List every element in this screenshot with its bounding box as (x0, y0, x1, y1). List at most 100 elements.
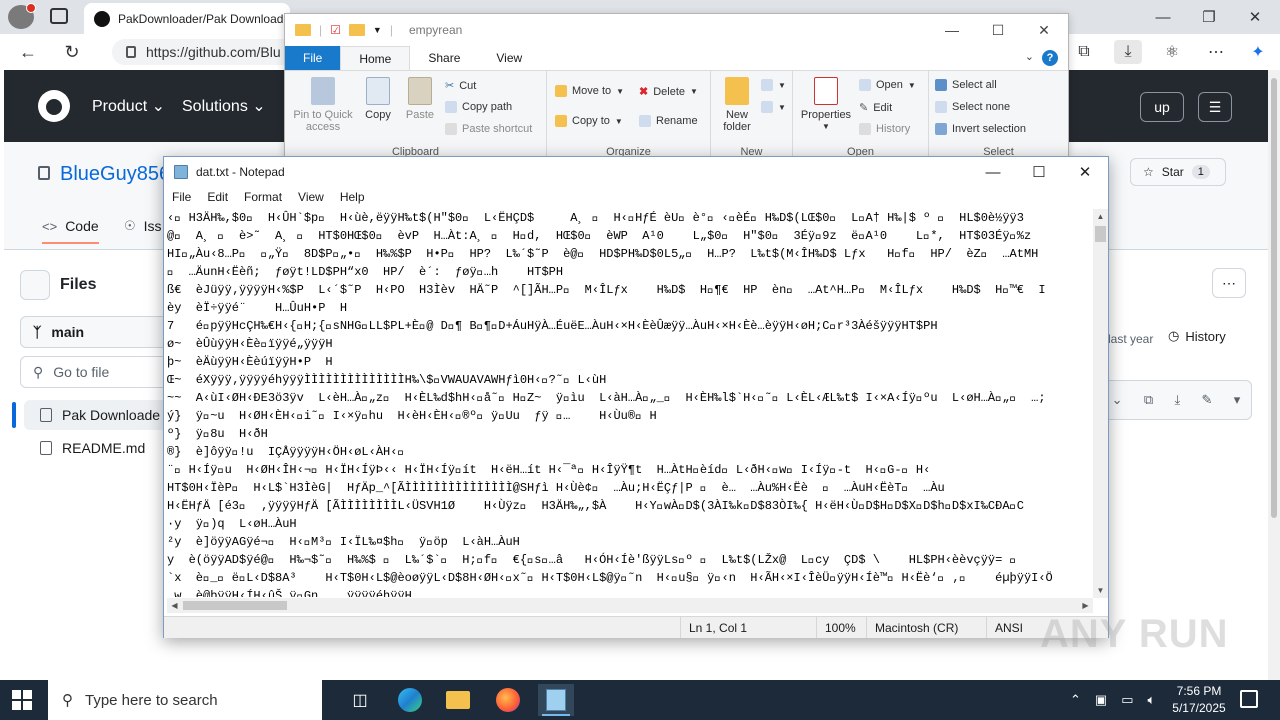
new-folder-button[interactable]: New folder (717, 77, 757, 133)
chevron-up-icon[interactable]: ⌃ (1070, 692, 1081, 708)
copy-icon[interactable]: ⧉ (1144, 392, 1153, 408)
rename-button[interactable]: Rename (639, 115, 698, 127)
more-actions-icon[interactable]: ⋯ (1212, 268, 1246, 298)
invert-selection-button[interactable]: Invert selection (935, 123, 1026, 135)
collections-icon[interactable]: ⧉ (1070, 40, 1098, 64)
file-tree-item[interactable]: README.md (40, 433, 170, 463)
taskbar-clock[interactable]: 7:56 PM 5/17/2025 (1164, 683, 1234, 717)
notepad-close-button[interactable]: ✕ (1062, 159, 1108, 185)
menu-item-view[interactable]: View (290, 187, 332, 207)
ribbon-tab-share[interactable]: Share (410, 46, 478, 70)
network-icon[interactable]: ▣ (1095, 692, 1107, 708)
history-button[interactable]: History (859, 123, 910, 135)
file-tree-item[interactable]: Pak Downloade (24, 400, 170, 430)
scroll-up-icon[interactable]: ▲ (1093, 209, 1108, 224)
download-icon[interactable]: ⤓ (1174, 392, 1180, 408)
nav-solutions[interactable]: Solutions ⌄ (182, 96, 266, 116)
select-none-button[interactable]: Select none (935, 101, 1010, 113)
profile-avatar[interactable] (8, 3, 36, 29)
collapse-sidebar-icon[interactable] (20, 270, 50, 300)
new-folder-qa-icon[interactable] (348, 24, 365, 36)
easy-access-button[interactable]: ▼ (761, 101, 786, 113)
browser-close-button[interactable]: ✕ (1232, 4, 1278, 30)
select-all-button[interactable]: Select all (935, 79, 997, 91)
menu-item-file[interactable]: File (164, 187, 199, 207)
sign-up-button[interactable]: up (1140, 92, 1184, 122)
back-arrow-icon[interactable]: ← (14, 40, 42, 64)
copy-button[interactable]: Copy (361, 77, 395, 121)
page-scrollbar[interactable] (1268, 70, 1280, 680)
tab-actions-icon[interactable] (50, 8, 68, 24)
volume-icon[interactable]: 🔈︎ (1148, 692, 1156, 708)
browser-minimize-button[interactable]: — (1140, 4, 1186, 30)
chevron-down-icon[interactable]: ▾ (1234, 392, 1241, 408)
text-line: Œ~ éXÿÿÿ‚ÿÿÿÿéhÿÿÿÌÌÌÌÌÌÌÌÌÌÌÌÌÌH‰\$ VWA… (167, 373, 607, 387)
notepad-text-area[interactable]: ‹  H3ÄH‰,$0  H‹ÛH`$p  H‹ùè,ëÿÿH‰t$(H"$0 … (167, 209, 1093, 597)
task-view-icon[interactable]: ◫ (342, 684, 378, 716)
chevron-down-icon[interactable]: ⌄ (1112, 392, 1123, 408)
windows-start-icon[interactable] (12, 690, 32, 710)
extensions-icon[interactable]: ⚛ (1158, 40, 1186, 64)
text-line: þ~ èÄùÿÿH‹ÈèúïÿÿH•P H (167, 355, 333, 369)
edit-button[interactable]: ✎ Edit (859, 101, 892, 115)
properties-button[interactable]: Properties ▼ (799, 77, 853, 133)
notepad-maximize-button[interactable]: ☐ (1016, 159, 1062, 185)
star-button[interactable]: ☆ Star 1 (1130, 158, 1226, 186)
menu-icon[interactable]: ☰ (1198, 92, 1232, 122)
paste-shortcut-button[interactable]: Paste shortcut (445, 123, 532, 135)
chevron-down-icon[interactable]: ⌄ (1025, 50, 1034, 63)
ribbon-tab-file[interactable]: File (285, 46, 341, 70)
go-to-file-input[interactable]: ⚲ Go to file (20, 356, 170, 388)
notepad-minimize-button[interactable]: — (970, 159, 1016, 185)
scroll-thumb[interactable] (1095, 226, 1106, 242)
scroll-left-icon[interactable]: ◀ (167, 598, 182, 613)
paste-button[interactable]: Paste (403, 77, 437, 121)
ribbon-tab-view[interactable]: View (478, 46, 540, 70)
notepad-horizontal-scrollbar[interactable]: ◀ ▶ (167, 598, 1093, 613)
browser-tab-active[interactable]: PakDownloader/Pak Download (84, 3, 290, 34)
nav-product[interactable]: Product ⌄ (92, 96, 165, 116)
scroll-thumb[interactable] (183, 601, 287, 610)
new-item-button[interactable]: ▼ (761, 79, 786, 91)
notepad-vertical-scrollbar[interactable]: ▲ ▼ (1093, 209, 1108, 598)
explorer-maximize-button[interactable]: ☐ (975, 18, 1021, 42)
refresh-icon[interactable]: ↻ (58, 40, 86, 64)
copy-to-button[interactable]: Copy to ▼ (555, 115, 623, 127)
open-button[interactable]: Open ▼ (859, 79, 916, 91)
tab-issues[interactable]: ☉ Iss (124, 218, 162, 234)
github-logo-icon[interactable] (38, 90, 70, 122)
repo-owner-link[interactable]: BlueGuy856 (60, 163, 170, 186)
file-explorer-icon[interactable] (440, 684, 476, 716)
edit-icon[interactable]: ✎ (1202, 392, 1213, 408)
scroll-down-icon[interactable]: ▼ (1093, 583, 1108, 598)
edge-icon[interactable] (392, 684, 428, 716)
browser-restore-button[interactable]: ❐ (1186, 4, 1232, 30)
pin-quick-access-button[interactable]: Pin to Quick access (291, 77, 355, 133)
ribbon-tab-home[interactable]: Home (340, 46, 411, 70)
move-to-icon (555, 85, 567, 97)
properties-qa-icon[interactable]: ☑ (330, 23, 341, 37)
help-icon[interactable]: ? (1042, 50, 1058, 66)
taskbar-search[interactable]: ⚲ Type here to search (48, 680, 322, 720)
branch-select[interactable]: ᛉ main (20, 316, 170, 348)
scroll-right-icon[interactable]: ▶ (1078, 598, 1093, 613)
explorer-minimize-button[interactable]: — (929, 18, 975, 42)
delete-button[interactable]: ✖ Delete ▼ (639, 85, 698, 99)
copy-path-button[interactable]: Copy path (445, 101, 512, 113)
menu-item-edit[interactable]: Edit (199, 187, 236, 207)
more-options-icon[interactable]: ⋯ (1202, 40, 1230, 64)
menu-item-help[interactable]: Help (332, 187, 373, 207)
display-icon[interactable]: ▭ (1121, 692, 1133, 708)
cut-button[interactable]: ✂ Cut (445, 79, 476, 93)
copilot-icon[interactable]: ✦ (1244, 40, 1272, 64)
notepad-taskbar-icon[interactable] (538, 684, 574, 716)
explorer-close-button[interactable]: ✕ (1021, 18, 1067, 42)
firefox-icon[interactable] (490, 684, 526, 716)
chevron-down-icon[interactable]: ▼ (373, 25, 382, 35)
tab-code[interactable]: <> Code (42, 218, 99, 244)
move-to-button[interactable]: Move to ▼ (555, 85, 624, 97)
notification-icon[interactable] (1240, 690, 1258, 708)
menu-item-format[interactable]: Format (236, 187, 290, 207)
downloads-icon[interactable]: ⤓ (1114, 40, 1142, 64)
history-link[interactable]: ◷ History (1168, 328, 1226, 344)
